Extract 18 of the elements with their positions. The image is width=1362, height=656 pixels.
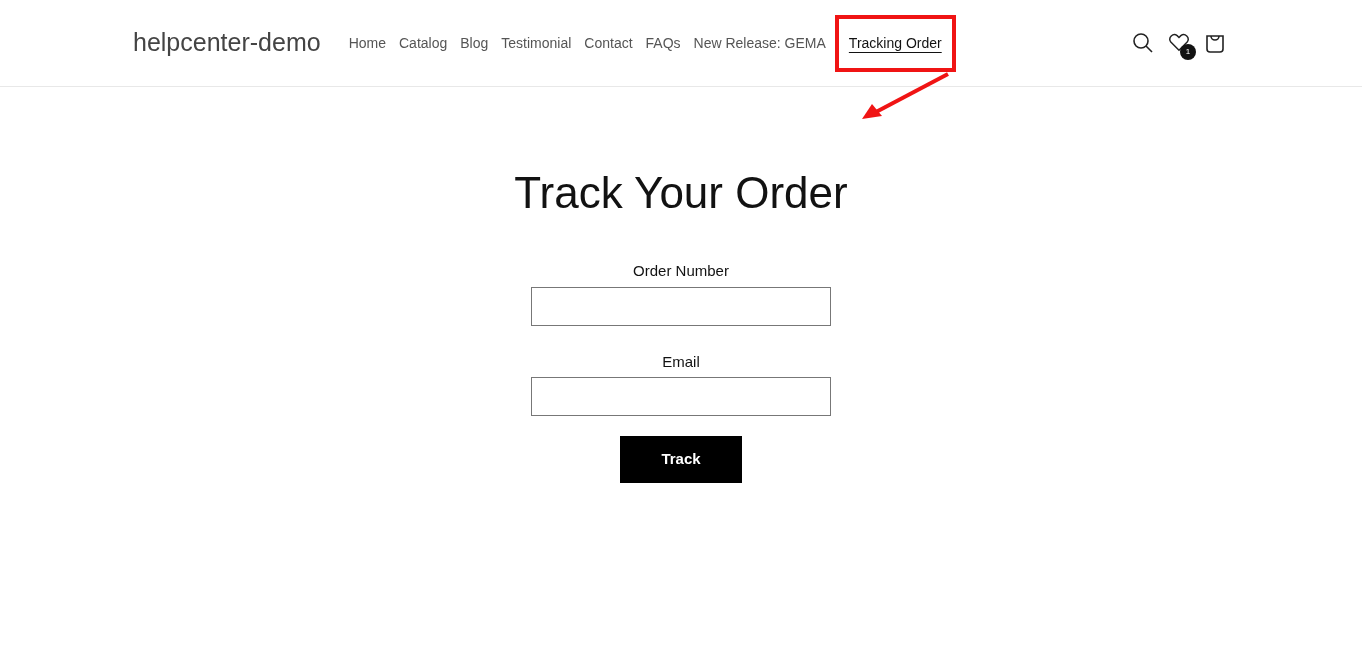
nav-link[interactable]: Blog: [460, 32, 489, 54]
count-badge: 1: [1180, 44, 1196, 60]
nav-link[interactable]: New Release: GEMA: [693, 32, 826, 54]
nav-link[interactable]: Home: [348, 32, 386, 54]
nav-link[interactable]: Catalog: [399, 32, 448, 54]
page-title: Track Your Order: [514, 167, 848, 219]
field-label: Email: [662, 351, 700, 372]
nav-link[interactable]: Contact: [584, 32, 633, 54]
heart-icon[interactable]: [1168, 32, 1190, 52]
nav-link[interactable]: Testimonial: [501, 32, 572, 54]
nav-link[interactable]: FAQs: [645, 32, 681, 54]
site-logo[interactable]: helpcenter-demo: [133, 24, 321, 62]
input-field[interactable]: [531, 377, 831, 416]
shopping-bag-icon[interactable]: [1204, 32, 1226, 54]
track-button[interactable]: Track: [620, 436, 742, 483]
search-icon[interactable]: [1132, 32, 1154, 54]
field-label: Order Number: [633, 261, 729, 281]
input-field[interactable]: [531, 286, 831, 326]
